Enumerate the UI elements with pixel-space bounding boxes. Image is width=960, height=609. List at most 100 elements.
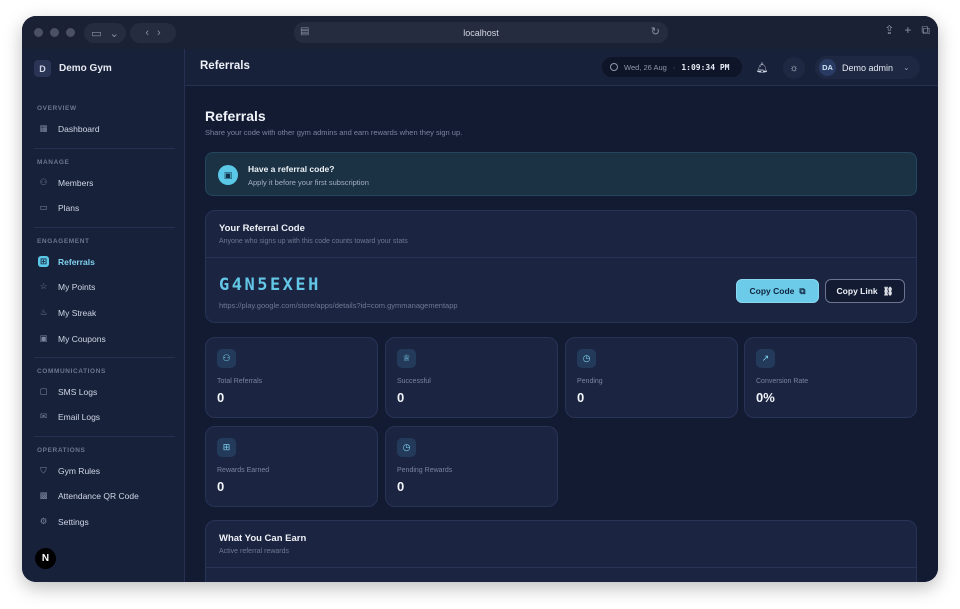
sidebar-item-email-logs[interactable]: ✉ Email Logs — [34, 407, 175, 426]
users-icon: ⚇ — [39, 177, 48, 187]
sidebar-item-label: My Streak — [58, 307, 97, 318]
url-text: localhost — [463, 27, 499, 38]
back-icon[interactable]: ‹ — [145, 27, 149, 39]
chevron-down-icon: ⌄ — [109, 27, 119, 40]
minimize-window-button[interactable] — [50, 28, 59, 37]
clock-icon — [610, 63, 618, 71]
referral-code: G4N5EXEH — [219, 275, 321, 295]
brand[interactable]: D Demo Gym — [34, 60, 112, 77]
divider — [34, 148, 175, 149]
referral-url: https://play.google.com/store/apps/detai… — [219, 301, 458, 310]
message-icon: ▢ — [39, 386, 48, 396]
address-bar[interactable]: ▤ localhost ↻ — [294, 22, 668, 43]
stat-value: 0 — [217, 390, 225, 405]
close-window-button[interactable] — [34, 28, 43, 37]
sun-icon: ☼ — [789, 62, 799, 74]
shield-icon: ⛉ — [40, 465, 47, 475]
chevron-down-icon: ⌄ — [903, 63, 910, 72]
stat-label: Rewards Earned — [217, 467, 270, 474]
sidebar-icon: ▭ — [91, 27, 102, 40]
sidebar-item-label: Settings — [58, 516, 89, 527]
notifications-button[interactable]: 🔔︎ — [751, 57, 773, 79]
banner-subtitle: Apply it before your first subscription — [248, 178, 369, 187]
users-icon: ⚇ — [217, 349, 236, 368]
copy-code-button[interactable]: Copy Code ⧉ — [736, 279, 819, 303]
sidebar-item-settings[interactable]: ⚙ Settings — [34, 512, 175, 531]
stat-card-pending-rewards: ◷ Pending Rewards 0 — [385, 426, 558, 507]
sidebar-toggle-button[interactable]: ▭ ⌄ — [84, 23, 126, 43]
clock-icon: ◷ — [577, 349, 596, 368]
theme-toggle-button[interactable]: ☼ — [783, 57, 805, 79]
page-settings-icon[interactable]: ▤ — [300, 26, 309, 37]
referral-code-banner[interactable]: ▣ Have a referral code? Apply it before … — [205, 152, 917, 196]
stat-card-pending: ◷ Pending 0 — [565, 337, 738, 418]
divider — [34, 227, 175, 228]
history-nav: ‹ › — [130, 23, 176, 43]
credit-card-icon: ▭ — [39, 202, 48, 212]
star-icon: ☆ — [39, 281, 48, 291]
brand-name: Demo Gym — [59, 63, 112, 74]
user-name: Demo admin — [842, 62, 894, 73]
gift-icon: ⊞ — [38, 256, 49, 267]
browser-titlebar: ▭ ⌄ ‹ › ▤ localhost ↻ ⇪ + ⧉ — [22, 16, 938, 49]
sidebar-item-sms-logs[interactable]: ▢ SMS Logs — [34, 382, 175, 401]
sidebar-item-members[interactable]: ⚇ Members — [34, 173, 175, 192]
page-title: Referrals — [205, 108, 266, 124]
stat-card-rewards-earned: ⊞ Rewards Earned 0 — [205, 426, 378, 507]
ticket-icon: ▣ — [39, 333, 48, 343]
divider — [34, 436, 175, 437]
page-subtitle: Share your code with other gym admins an… — [205, 128, 463, 137]
separator-dot: · — [672, 62, 676, 72]
sidebar-item-attendance-qr[interactable]: ▩ Attendance QR Code — [34, 486, 175, 505]
maximize-window-button[interactable] — [66, 28, 75, 37]
sidebar-item-label: Referrals — [58, 256, 95, 267]
copy-code-label: Copy Code — [749, 286, 795, 296]
header-title: Referrals — [200, 60, 250, 72]
mail-icon: ✉ — [39, 411, 48, 421]
section-title-operations: OPERATIONS — [37, 447, 86, 454]
user-menu[interactable]: DA Demo admin ⌄ — [815, 56, 920, 79]
new-tab-icon[interactable]: + — [904, 23, 911, 38]
divider — [206, 257, 916, 258]
sidebar-item-gym-rules[interactable]: ⛉ Gym Rules — [34, 461, 175, 480]
sidebar-item-label: SMS Logs — [58, 386, 98, 397]
sidebar-item-label: Plans — [58, 202, 80, 213]
stat-value: 0 — [397, 390, 405, 405]
sidebar-item-label: My Points — [58, 281, 96, 292]
next-dev-badge[interactable]: N — [35, 548, 56, 569]
sidebar-item-plans[interactable]: ▭ Plans — [34, 198, 175, 217]
earn-card: What You Can Earn Active referral reward… — [205, 520, 917, 582]
divider — [34, 357, 175, 358]
link-icon: ⛓ — [882, 285, 894, 296]
gear-icon: ⚙ — [39, 516, 48, 526]
forward-icon[interactable]: › — [157, 27, 161, 39]
share-icon[interactable]: ⇪ — [884, 23, 894, 38]
card-subtitle: Anyone who signs up with this code count… — [219, 238, 408, 245]
sidebar-item-my-points[interactable]: ☆ My Points — [34, 277, 175, 296]
section-title-manage: MANAGE — [37, 159, 70, 166]
card-title: What You Can Earn — [219, 533, 307, 544]
sidebar-item-label: Attendance QR Code — [58, 490, 139, 501]
sidebar-item-my-streak[interactable]: ♨ My Streak — [34, 303, 175, 322]
stat-value: 0 — [217, 479, 225, 494]
sidebar-item-dashboard[interactable]: ▦ Dashboard — [34, 119, 175, 138]
avatar: DA — [819, 59, 836, 76]
reload-icon[interactable]: ↻ — [651, 25, 660, 38]
stat-value: 0% — [756, 390, 775, 405]
main-content: Referrals Share your code with other gym… — [185, 86, 938, 582]
copy-icon: ⧉ — [799, 285, 806, 296]
stat-card-total-referrals: ⚇ Total Referrals 0 — [205, 337, 378, 418]
section-title-overview: OVERVIEW — [37, 105, 77, 112]
stat-value: 0 — [397, 479, 405, 494]
sidebar-item-my-coupons[interactable]: ▣ My Coupons — [34, 329, 175, 348]
clock-widget: Wed, 26 Aug · 1:09:34 PM — [602, 57, 742, 77]
browser-window: ▭ ⌄ ‹ › ▤ localhost ↻ ⇪ + ⧉ D Demo Gym OVE… — [22, 16, 938, 582]
sidebar-item-referrals[interactable]: ⊞ Referrals — [34, 252, 175, 271]
divider — [206, 567, 916, 568]
tabs-overview-icon[interactable]: ⧉ — [921, 23, 930, 38]
card-subtitle: Active referral rewards — [219, 548, 290, 555]
grid-icon: ▦ — [39, 123, 48, 133]
copy-link-button[interactable]: Copy Link ⛓ — [825, 279, 905, 303]
clock-time: 1:09:34 PM — [681, 62, 730, 72]
sidebar: D Demo Gym OVERVIEW ▦ Dashboard MANAGE ⚇… — [22, 49, 185, 582]
